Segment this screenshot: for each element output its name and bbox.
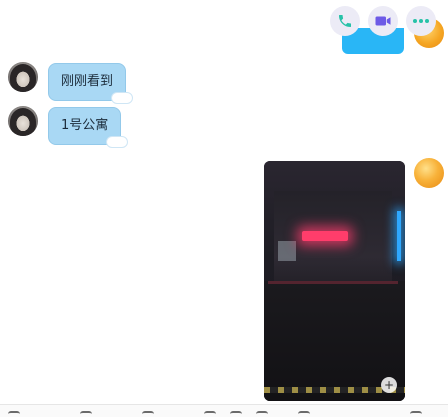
contact-avatar[interactable]	[8, 62, 38, 92]
media-message-thumbnail[interactable]: +	[264, 161, 405, 401]
voice-call-button[interactable]	[330, 6, 360, 36]
message-text: 刚刚看到	[61, 74, 114, 89]
toolbar-icon[interactable]	[8, 411, 20, 417]
toolbar-icon[interactable]	[80, 411, 92, 417]
more-options-button[interactable]	[406, 6, 436, 36]
more-icon	[413, 19, 429, 23]
chat-header-actions	[330, 6, 436, 36]
toolbar-icon[interactable]	[410, 411, 422, 417]
toolbar-icon[interactable]	[298, 411, 310, 417]
video-call-icon	[375, 16, 391, 26]
input-toolbar	[0, 404, 448, 417]
toolbar-icon[interactable]	[142, 411, 154, 417]
plus-icon: +	[383, 378, 395, 392]
toolbar-icon[interactable]	[204, 411, 216, 417]
expand-media-button[interactable]: +	[381, 377, 397, 393]
neon-sign	[302, 231, 348, 241]
video-call-button[interactable]	[368, 6, 398, 36]
toolbar-icon[interactable]	[230, 411, 242, 417]
bubble-decoration	[106, 136, 129, 148]
toolbar-icon[interactable]	[256, 411, 268, 417]
street-sign	[278, 241, 296, 261]
bubble-decoration	[111, 92, 134, 104]
contact-avatar[interactable]	[8, 106, 38, 136]
blue-light	[397, 211, 401, 261]
phone-icon	[339, 15, 351, 27]
message-bubble[interactable]: 1号公寓	[48, 107, 129, 148]
my-avatar[interactable]	[414, 158, 444, 188]
message-row-incoming: 1号公寓	[8, 106, 129, 148]
message-text: 1号公寓	[61, 118, 109, 133]
railing	[268, 281, 398, 284]
message-bubble[interactable]: 刚刚看到	[48, 63, 134, 104]
message-row-incoming: 刚刚看到	[8, 62, 134, 104]
